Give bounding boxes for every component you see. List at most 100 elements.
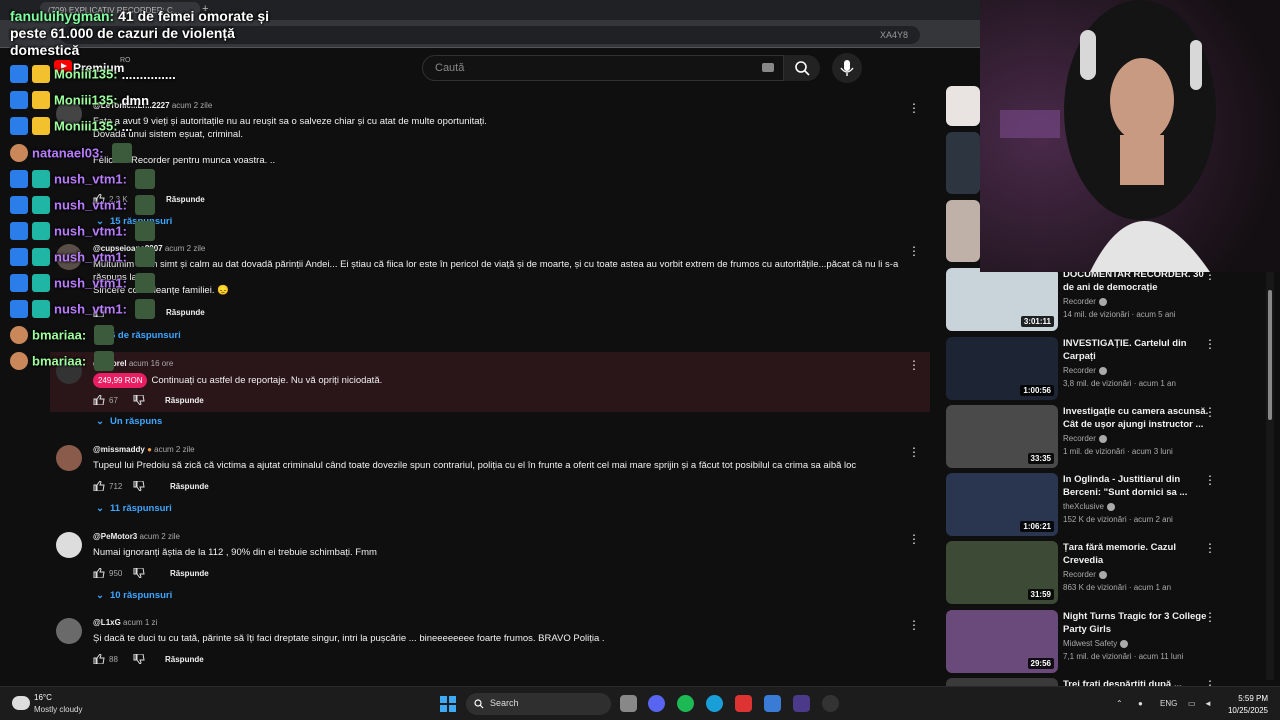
- comment-menu-icon[interactable]: ⋮: [908, 445, 920, 459]
- url-field[interactable]: XA4Y8: [60, 26, 920, 44]
- video-title[interactable]: Night Turns Tragic for 3 College Party G…: [1063, 610, 1213, 636]
- new-tab-icon[interactable]: +: [202, 3, 208, 15]
- video-menu-icon[interactable]: ⋮: [1204, 405, 1216, 419]
- comment-time[interactable]: acum 1 zi: [123, 618, 157, 627]
- comment-time[interactable]: acum 2 zile: [165, 244, 205, 253]
- like-icon[interactable]: [93, 568, 105, 578]
- browser-tab[interactable]: (709) EXPLICATIV RECORDER: C...: [40, 2, 200, 20]
- comment-author[interactable]: @LeTonic...Lr...2227: [93, 101, 170, 110]
- reply-button[interactable]: Răspunde: [165, 396, 204, 405]
- dislike-icon[interactable]: [133, 568, 145, 578]
- video-card[interactable]: 29:56 Night Turns Tragic for 3 College P…: [946, 610, 1268, 674]
- comment-time[interactable]: acum 2 zile: [172, 101, 212, 110]
- avatar[interactable]: [56, 244, 82, 270]
- video-thumbnail[interactable]: 31:59: [946, 541, 1058, 604]
- language-indicator[interactable]: ENG: [1160, 699, 1177, 708]
- video-title[interactable]: Țara fără memorie. Cazul Crevedia: [1063, 541, 1213, 567]
- search-button[interactable]: [784, 55, 820, 81]
- video-thumbnail[interactable]: [946, 86, 980, 126]
- video-menu-icon[interactable]: ⋮: [1204, 473, 1216, 487]
- app-icon[interactable]: [735, 695, 752, 712]
- video-thumbnail[interactable]: [946, 678, 1058, 686]
- like-icon[interactable]: [93, 395, 105, 405]
- windows-start-icon[interactable]: [440, 696, 456, 712]
- video-thumbnail[interactable]: 29:56: [946, 610, 1058, 673]
- reply-button[interactable]: Răspunde: [170, 482, 209, 491]
- cloud-icon[interactable]: [12, 696, 30, 710]
- discord-icon[interactable]: [648, 695, 665, 712]
- video-thumbnail[interactable]: 3:01:11: [946, 268, 1058, 331]
- video-channel[interactable]: Recorder: [1063, 570, 1107, 579]
- video-channel[interactable]: Recorder: [1063, 297, 1107, 306]
- video-menu-icon[interactable]: ⋮: [1204, 610, 1216, 624]
- dislike-icon[interactable]: [133, 654, 145, 664]
- reply-button[interactable]: Răspunde: [170, 569, 209, 578]
- video-menu-icon[interactable]: ⋮: [1204, 337, 1216, 351]
- video-card[interactable]: 1:00:56 INVESTIGAȚIE. Cartelul din Carpa…: [946, 337, 1268, 401]
- channel-name[interactable]: Midwest Safety: [1063, 639, 1117, 648]
- video-channel[interactable]: theXclusive: [1063, 502, 1115, 511]
- video-title[interactable]: Investigație cu camera ascunsă. Cât de u…: [1063, 405, 1213, 431]
- dislike-icon[interactable]: [133, 481, 145, 491]
- video-thumbnail[interactable]: 33:35: [946, 405, 1058, 468]
- video-title[interactable]: INVESTIGAȚIE. Cartelul din Carpați: [1063, 337, 1213, 363]
- scrollbar-thumb[interactable]: [1268, 290, 1272, 420]
- video-title[interactable]: In Oglinda - Justitiarul din Berceni: "S…: [1063, 473, 1213, 499]
- comment-menu-icon[interactable]: ⋮: [908, 101, 920, 115]
- clock-time[interactable]: 5:59 PM: [1236, 694, 1268, 703]
- comment-menu-icon[interactable]: ⋮: [908, 618, 920, 632]
- channel-name[interactable]: Recorder: [1063, 366, 1096, 375]
- comment-author[interactable]: @PeMotor3: [93, 532, 137, 541]
- avatar[interactable]: [56, 532, 82, 558]
- comment-author[interactable]: @...sorel: [93, 359, 127, 368]
- replies-toggle[interactable]: ⌄ 10 răspunsuri: [96, 590, 172, 601]
- comment-time[interactable]: acum 2 zile: [139, 532, 179, 541]
- video-card[interactable]: 31:59 Țara fără memorie. Cazul Crevedia …: [946, 541, 1268, 605]
- video-card[interactable]: 1:06:21 In Oglinda - Justitiarul din Ber…: [946, 473, 1268, 537]
- video-card[interactable]: 3:01:11 DOCUMENTAR RECORDER. 30 de ani d…: [946, 268, 1268, 332]
- reply-button[interactable]: Răspunde: [166, 195, 205, 204]
- video-thumbnail[interactable]: 1:00:56: [946, 337, 1058, 400]
- network-icon[interactable]: ▭: [1188, 699, 1196, 708]
- avatar[interactable]: [56, 101, 82, 127]
- volume-icon[interactable]: ◄: [1204, 699, 1212, 708]
- weather-temperature[interactable]: 16°C: [34, 693, 52, 702]
- youtube-logo-icon[interactable]: [54, 60, 72, 73]
- replies-toggle[interactable]: ⌄ 15 răspunsuri: [96, 216, 172, 227]
- video-thumbnail[interactable]: [946, 200, 980, 262]
- channel-name[interactable]: Recorder: [1063, 434, 1096, 443]
- video-card[interactable]: 33:35 Investigație cu camera ascunsă. Câ…: [946, 405, 1268, 469]
- comment-menu-icon[interactable]: ⋮: [908, 358, 920, 372]
- obs-icon[interactable]: [822, 695, 839, 712]
- keyboard-icon[interactable]: [762, 63, 774, 72]
- channel-name[interactable]: Recorder: [1063, 297, 1096, 306]
- replies-toggle[interactable]: ⌄ Un răspuns: [96, 416, 162, 427]
- comment-menu-icon[interactable]: ⋮: [908, 532, 920, 546]
- weather-description[interactable]: Mostly cloudy: [34, 705, 82, 714]
- comment-author[interactable]: @cupseioana8007: [93, 244, 163, 253]
- video-thumbnail[interactable]: 1:06:21: [946, 473, 1058, 536]
- reply-button[interactable]: Răspunde: [166, 308, 205, 317]
- clock-date[interactable]: 10/25/2025: [1220, 706, 1268, 715]
- chevron-up-icon[interactable]: ⌃: [1116, 699, 1123, 708]
- edge-browser-icon[interactable]: [706, 695, 723, 712]
- video-menu-icon[interactable]: ⋮: [1204, 541, 1216, 555]
- video-menu-icon[interactable]: ⋮: [1204, 678, 1216, 686]
- like-icon[interactable]: [93, 307, 105, 317]
- like-icon[interactable]: [93, 654, 105, 664]
- like-icon[interactable]: [93, 481, 105, 491]
- video-channel[interactable]: Recorder: [1063, 366, 1107, 375]
- comment-author[interactable]: @missmaddy: [93, 445, 145, 454]
- youtube-premium-label[interactable]: Premium: [73, 61, 124, 75]
- channel-name[interactable]: Recorder: [1063, 570, 1096, 579]
- avatar[interactable]: [56, 358, 82, 384]
- comment-time[interactable]: acum 2 zile: [154, 445, 194, 454]
- reply-button[interactable]: Răspunde: [165, 655, 204, 664]
- replies-toggle[interactable]: ⌄ 11 răspunsuri: [96, 503, 172, 514]
- comment-menu-icon[interactable]: ⋮: [908, 244, 920, 258]
- dislike-icon[interactable]: [133, 395, 145, 405]
- search-input[interactable]: Caută: [422, 55, 784, 81]
- video-channel[interactable]: Midwest Safety: [1063, 639, 1129, 648]
- voice-search-button[interactable]: [832, 53, 862, 83]
- like-icon[interactable]: [93, 194, 105, 204]
